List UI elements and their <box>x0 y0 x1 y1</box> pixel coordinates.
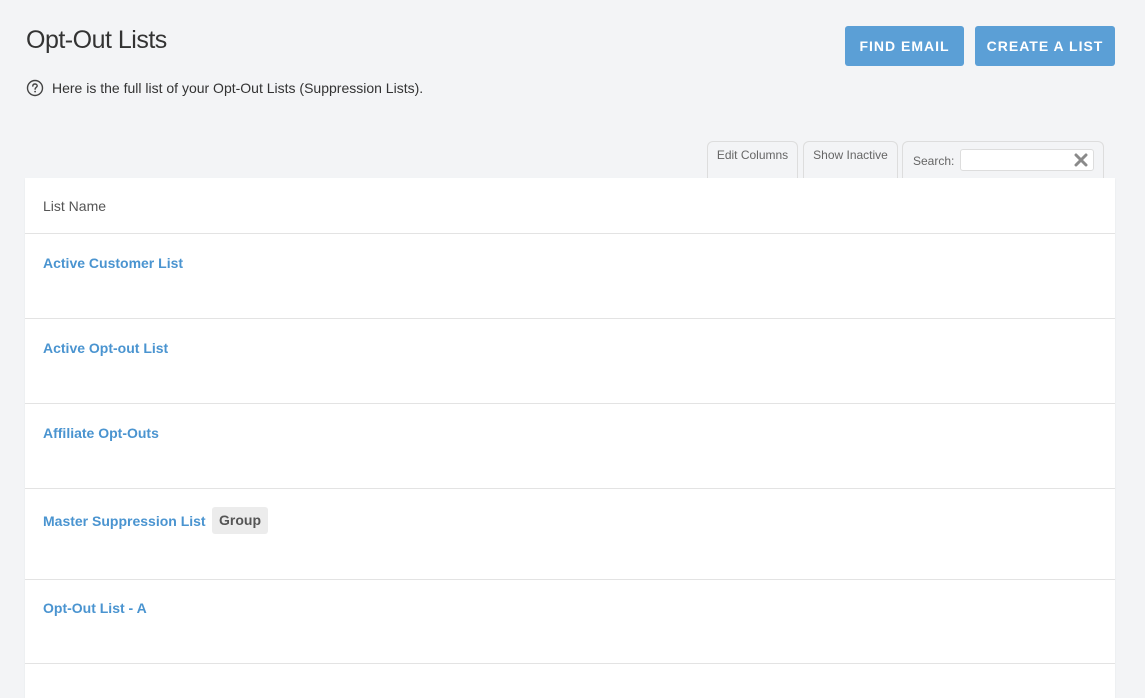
show-inactive-tab[interactable]: Show Inactive <box>803 141 898 178</box>
help-line: Here is the full list of your Opt-Out Li… <box>26 79 423 97</box>
list-link[interactable]: Active Customer List <box>43 255 183 271</box>
list-link[interactable]: Master Suppression List <box>43 513 206 529</box>
opt-out-lists-table: List Name Active Customer List Active Op… <box>25 178 1115 698</box>
close-x-icon[interactable] <box>1074 153 1088 167</box>
table-header: List Name <box>25 178 1115 234</box>
list-link[interactable]: Affiliate Opt-Outs <box>43 425 159 441</box>
list-link[interactable]: Opt-Out List - A <box>43 600 147 616</box>
show-inactive-label: Show Inactive <box>813 148 888 162</box>
page-title: Opt-Out Lists <box>26 26 167 54</box>
table-row: Active Customer List <box>25 234 1115 319</box>
table-row: Opt-Out List - A <box>25 580 1115 664</box>
search-label: Search: <box>913 154 955 168</box>
help-text: Here is the full list of your Opt-Out Li… <box>52 80 424 96</box>
create-list-button[interactable]: CREATE A LIST <box>975 26 1115 66</box>
list-link[interactable]: Active Opt-out List <box>43 340 168 356</box>
find-email-button[interactable]: FIND EMAIL <box>845 26 964 66</box>
edit-columns-tab[interactable]: Edit Columns <box>707 141 798 178</box>
question-circle-icon <box>26 79 44 97</box>
edit-columns-label: Edit Columns <box>716 148 789 162</box>
group-badge: Group <box>212 507 268 534</box>
search-tab: Search: <box>902 141 1104 178</box>
column-header-list-name[interactable]: List Name <box>43 198 106 214</box>
table-row: Active Opt-out List <box>25 319 1115 404</box>
table-row: Affiliate Opt-Outs <box>25 404 1115 489</box>
table-row: Master Suppression List Group <box>25 489 1115 580</box>
